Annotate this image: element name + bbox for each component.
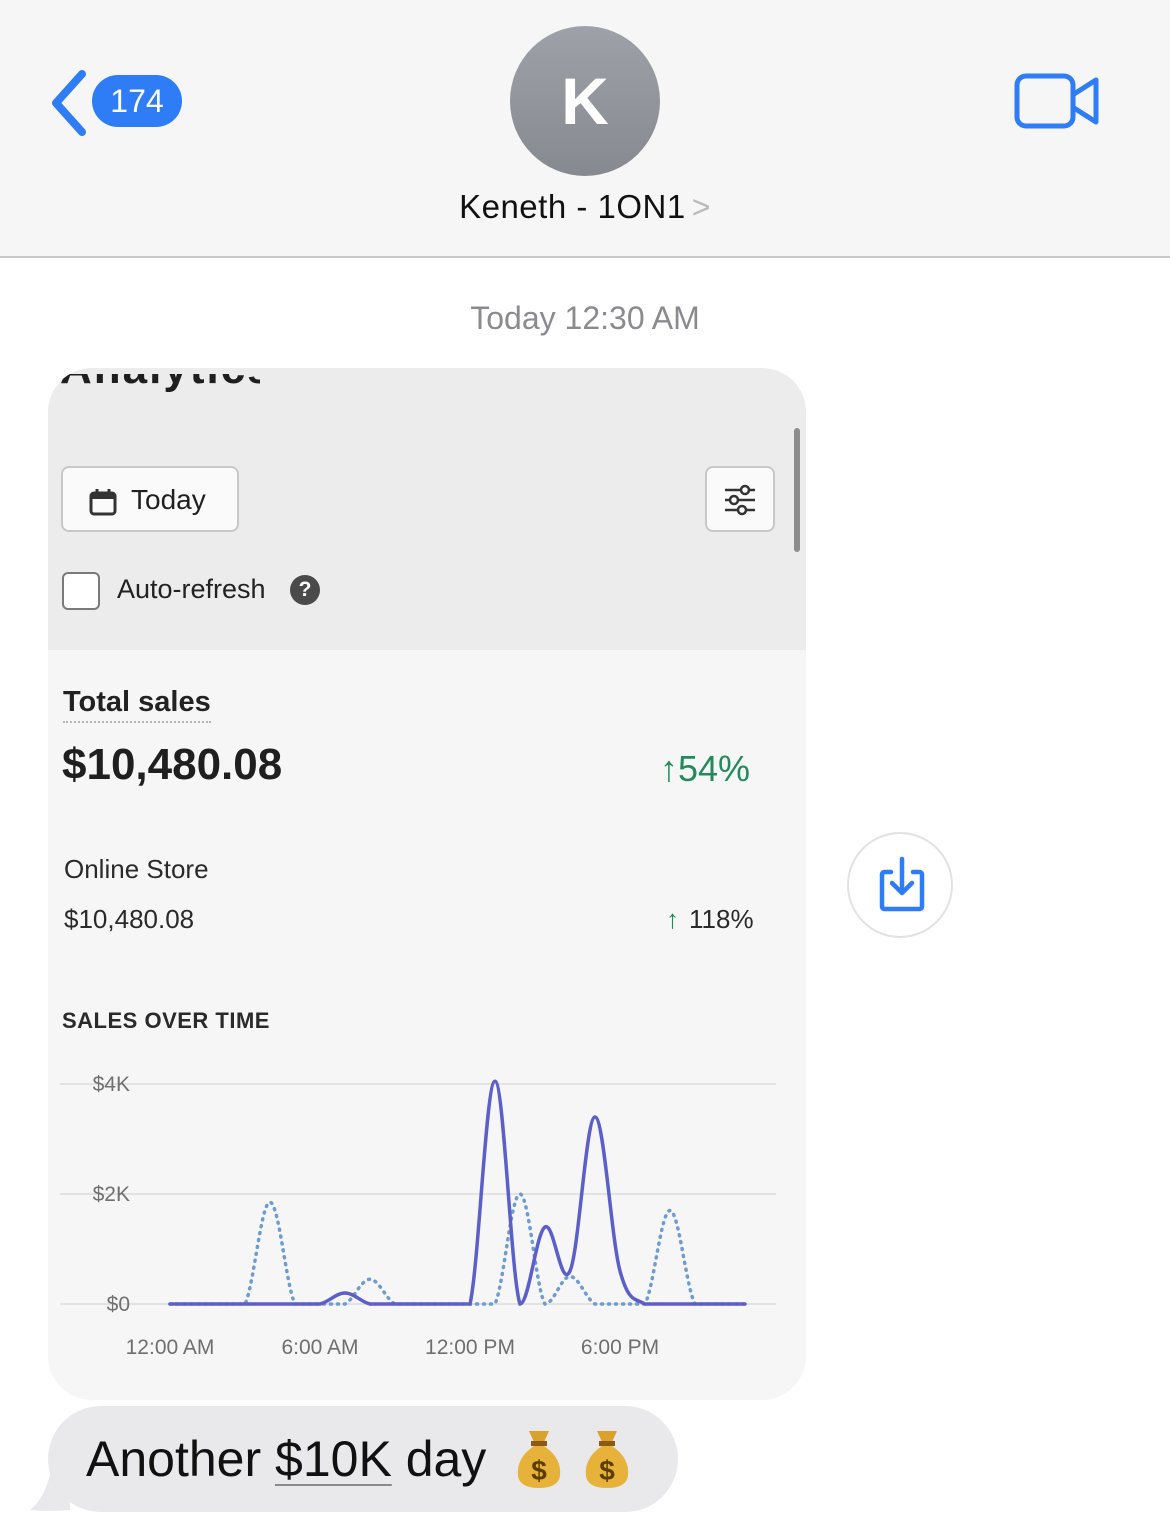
contact-name-button[interactable]: Keneth - 1ON1 > — [0, 188, 1170, 226]
message-timestamp: Today 12:30 AM — [470, 300, 700, 336]
message-text: Another $10K day — [86, 1430, 486, 1488]
comparison-series-line — [168, 1192, 747, 1306]
x-tick-label: 6:00 AM — [281, 1336, 358, 1359]
calendar-icon — [89, 489, 117, 516]
online-store-label: Online Store — [64, 854, 209, 884]
help-icon[interactable]: ? — [290, 575, 320, 605]
filter-button[interactable] — [705, 466, 775, 532]
save-download-icon — [879, 856, 925, 912]
y-tick-label: $4K — [93, 1073, 130, 1096]
money-bag-icon: $ — [585, 1431, 629, 1488]
total-sales-change: ↑54% — [660, 748, 750, 790]
chevron-left-icon — [52, 70, 86, 136]
video-call-button[interactable] — [1014, 72, 1100, 135]
page-title: Analytics — [60, 374, 260, 394]
contact-name: Keneth - 1ON1 — [459, 188, 686, 225]
sales-over-time-chart: $4K $2K $0 12:00 AM 6:00 AM 12:00 PM 6:00 PM — [60, 1073, 776, 1359]
unread-count-badge: 174 — [92, 75, 182, 127]
arrow-up-icon: ↑ — [660, 748, 678, 789]
video-camera-icon — [1014, 73, 1099, 129]
total-sales-change-value: 54% — [678, 748, 751, 789]
sales-series-line — [168, 1079, 747, 1306]
analytics-toolbar: Analytics Today Auto-refresh — [48, 368, 806, 650]
x-tick-label: 12:00 AM — [126, 1336, 215, 1359]
auto-refresh-checkbox[interactable] — [62, 572, 100, 610]
image-attachment[interactable]: Analytics Today Auto-refresh — [48, 368, 806, 1400]
message-text-after: day — [391, 1431, 487, 1487]
page-title-cut: Analytics — [60, 374, 260, 418]
sales-over-time-label: SALES OVER TIME — [62, 1008, 270, 1033]
filter-sliders-icon — [725, 484, 755, 516]
arrow-up-icon: ↑ — [666, 904, 679, 934]
y-tick-label: $2K — [93, 1183, 130, 1206]
chevron-right-icon: > — [691, 189, 711, 225]
total-sales-label[interactable]: Total sales — [63, 686, 211, 723]
svg-text:$: $ — [531, 1455, 547, 1486]
scrollbar[interactable] — [794, 428, 800, 552]
online-store-change: ↑ 118% — [666, 904, 754, 935]
auto-refresh-label: Auto-refresh — [117, 574, 266, 604]
date-range-button[interactable]: Today — [61, 466, 239, 532]
message-detected-amount[interactable]: $10K — [275, 1431, 392, 1487]
conversation-header: 174 K Keneth - 1ON1 > — [0, 0, 1170, 258]
online-store-value: $10,480.08 — [64, 904, 195, 934]
x-tick-label: 12:00 PM — [425, 1336, 515, 1359]
svg-text:$: $ — [599, 1455, 615, 1486]
money-bag-icon: $ — [517, 1431, 561, 1488]
online-store-change-value: 118% — [689, 904, 754, 934]
date-range-label: Today — [131, 484, 206, 515]
y-tick-label: $0 — [107, 1293, 130, 1316]
back-button[interactable]: 174 — [44, 66, 194, 140]
x-tick-label: 6:00 PM — [581, 1336, 659, 1359]
save-image-button[interactable] — [847, 832, 953, 938]
contact-avatar[interactable]: K — [510, 26, 660, 176]
total-sales-value: $10,480.08 — [62, 740, 283, 789]
message-text-before: Another — [86, 1431, 276, 1487]
